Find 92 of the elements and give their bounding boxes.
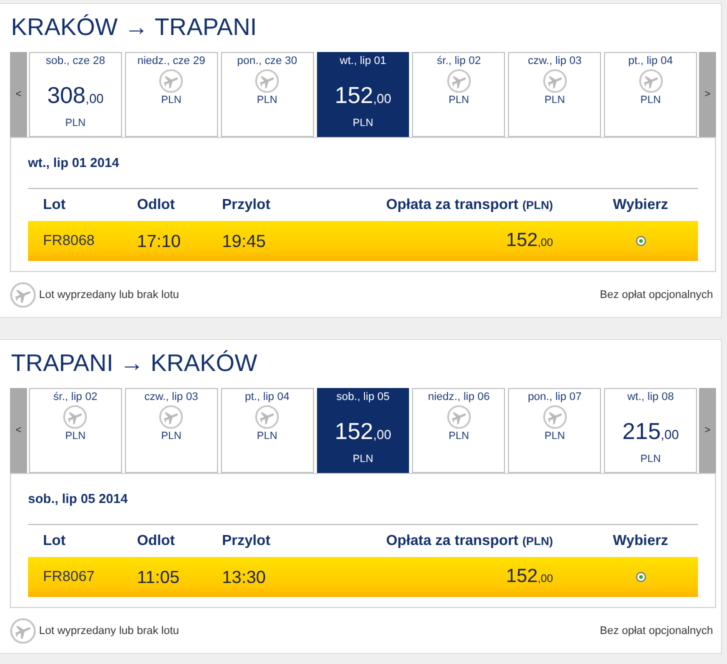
- date-tile[interactable]: sob., lip 05 152,00 PLN: [316, 388, 410, 473]
- currency-label: PLN: [65, 116, 86, 130]
- plane-icon: [255, 69, 280, 93]
- day-label: pon., lip 07: [528, 390, 582, 405]
- column-header: Lot: [43, 533, 66, 549]
- currency-label: PLN: [161, 93, 182, 107]
- day-label: sob., cze 28: [46, 54, 106, 69]
- next-button[interactable]: >: [699, 52, 716, 137]
- selected-date: sob., lip 05 2014: [28, 491, 128, 507]
- departure-time: 11:05: [137, 566, 180, 588]
- plane-icon: [542, 405, 567, 429]
- date-tile[interactable]: śr., lip 02 PLN: [412, 52, 506, 137]
- day-label: śr., lip 02: [53, 390, 98, 405]
- column-header: Przylot: [222, 197, 270, 213]
- currency-label: PLN: [640, 93, 661, 107]
- currency-label: PLN: [256, 429, 278, 443]
- column-header: Wybierz: [612, 197, 668, 213]
- fee-note: Bez opłat opcjonalnych: [600, 289, 713, 301]
- day-label: wt., lip 01: [340, 54, 386, 69]
- radio-button[interactable]: [636, 572, 646, 582]
- fare-price: 152,00: [334, 418, 392, 446]
- column-header: Wybierz: [612, 533, 668, 549]
- plane-icon: [638, 69, 663, 93]
- plane-icon: [159, 405, 184, 429]
- day-label: czw., lip 03: [144, 390, 198, 405]
- date-tile[interactable]: czw., lip 03 PLN: [508, 52, 602, 137]
- column-header: Odlot: [137, 533, 175, 549]
- plane-icon: [446, 405, 471, 429]
- currency-label: PLN: [544, 429, 565, 443]
- date-tile[interactable]: wt., lip 08 215,00 PLN: [604, 388, 698, 473]
- day-label: czw., lip 03: [528, 54, 582, 69]
- day-label: pt., lip 04: [628, 54, 673, 69]
- date-tile[interactable]: niedz., lip 06 PLN: [412, 388, 506, 473]
- column-header: Opłata za transport (PLN): [386, 197, 553, 213]
- flight-number: FR8068: [43, 233, 95, 249]
- date-tile[interactable]: pt., lip 04 PLN: [220, 388, 314, 473]
- date-tile[interactable]: sob., cze 28 308,00 PLN: [29, 52, 122, 137]
- previous-button[interactable]: <: [10, 52, 27, 137]
- previous-button[interactable]: <: [10, 388, 27, 473]
- date-tile[interactable]: śr., lip 02 PLN: [29, 388, 122, 473]
- day-label: niedz., cze 29: [137, 54, 206, 69]
- date-tile[interactable]: pon., lip 07 PLN: [508, 388, 602, 473]
- day-label: śr., lip 02: [436, 54, 481, 69]
- plane-icon: [159, 69, 184, 93]
- currency-label: PLN: [544, 93, 565, 107]
- date-tile[interactable]: niedz., cze 29 PLN: [124, 52, 218, 137]
- fare-price: 215,00: [622, 418, 679, 446]
- fare-price: 152,00: [506, 230, 553, 252]
- radio-button[interactable]: [636, 236, 646, 246]
- currency-label: PLN: [352, 116, 374, 130]
- date-tile[interactable]: pt., lip 04 PLN: [604, 52, 698, 137]
- legend-text: Lot wyprzedany lub brak lotu: [39, 625, 180, 637]
- currency-label: PLN: [448, 93, 470, 107]
- day-label: wt., lip 08: [627, 390, 674, 405]
- fare-price: 308,00: [47, 82, 104, 110]
- flight-row[interactable]: FR8067 11:05 13:30 152,00: [28, 557, 698, 597]
- flight-row[interactable]: FR8068 17:10 19:45 152,00: [28, 221, 698, 261]
- next-button[interactable]: >: [699, 388, 716, 473]
- currency-label: PLN: [640, 452, 661, 466]
- currency-label: PLN: [352, 452, 374, 466]
- day-label: pt., lip 04: [244, 390, 290, 405]
- route-title: TRAPANI → KRAKÓW: [11, 350, 258, 378]
- plane-icon: [542, 69, 567, 93]
- date-tile[interactable]: czw., lip 03 PLN: [124, 388, 218, 473]
- currency-label: PLN: [256, 93, 278, 107]
- plane-icon: [446, 69, 471, 93]
- arrival-time: 19:45: [222, 230, 266, 252]
- flight-number: FR8067: [43, 569, 95, 585]
- column-header: Przylot: [222, 533, 270, 549]
- day-label: pon., cze 30: [237, 54, 298, 69]
- plane-icon: [10, 618, 36, 644]
- plane-icon: [10, 282, 36, 308]
- currency-label: PLN: [161, 429, 182, 443]
- departure-time: 17:10: [137, 230, 181, 252]
- day-label: sob., lip 05: [336, 390, 390, 405]
- plane-icon: [255, 405, 280, 429]
- column-header: Opłata za transport (PLN): [386, 533, 553, 549]
- column-header: Odlot: [137, 197, 175, 213]
- currency-label: PLN: [65, 429, 86, 443]
- date-tile[interactable]: wt., lip 01 152,00 PLN: [316, 52, 410, 137]
- currency-label: PLN: [448, 429, 470, 443]
- day-label: niedz., lip 06: [428, 390, 490, 405]
- plane-icon: [63, 405, 88, 429]
- column-header: Lot: [43, 197, 66, 213]
- fare-price: 152,00: [334, 82, 392, 110]
- arrival-time: 13:30: [222, 566, 266, 588]
- fee-note: Bez opłat opcjonalnych: [600, 625, 713, 637]
- route-title: KRAKÓW → TRAPANI: [11, 14, 257, 42]
- selected-date: wt., lip 01 2014: [28, 155, 120, 171]
- date-tile[interactable]: pon., cze 30 PLN: [220, 52, 314, 137]
- legend-text: Lot wyprzedany lub brak lotu: [39, 289, 180, 301]
- fare-price: 152,00: [506, 566, 553, 588]
